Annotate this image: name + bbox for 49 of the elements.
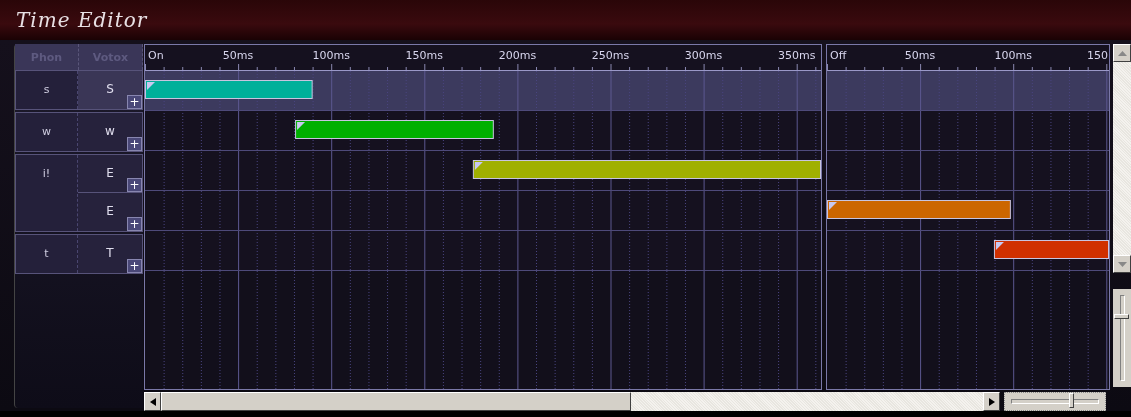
add-button[interactable]: + [127,137,142,151]
timing-clip[interactable] [827,200,1011,219]
ruler-label: 300ms [684,49,723,62]
ruler-label: Off [830,49,847,62]
corner-handle-icon[interactable] [829,202,837,210]
horizontal-scrollbar[interactable] [144,392,1000,411]
scroll-up-button[interactable] [1113,44,1131,62]
ruler-label: On [148,49,164,62]
timing-clip[interactable] [295,120,494,139]
window-title: Time Editor [16,8,148,32]
vertical-scrollbar[interactable] [1113,44,1131,273]
right-arrow-icon [988,397,995,406]
ruler-label: 350ms [777,49,816,62]
ruler-label: 150 [1087,49,1108,62]
scroll-left-button[interactable] [144,392,161,411]
add-button[interactable]: + [127,259,142,273]
add-button[interactable]: + [127,95,142,109]
timing-clip[interactable] [145,80,313,99]
down-arrow-icon [1117,261,1127,267]
ruler-label: 100ms [994,49,1032,62]
up-arrow-icon [1117,50,1127,56]
corner-handle-icon[interactable] [147,82,155,90]
timing-clip[interactable] [472,160,821,179]
slider-thumb[interactable] [1113,314,1129,319]
ruler-label: 50ms [222,49,254,62]
add-button[interactable]: + [127,217,142,231]
votox-label: E [106,166,114,181]
ruler-label: 100ms [312,49,350,62]
slider-thumb[interactable] [1069,393,1075,408]
scroll-down-button[interactable] [1113,255,1131,273]
zoom-slider[interactable] [1004,392,1106,411]
scroll-thumb[interactable] [161,392,631,411]
votox-label: E [106,204,114,219]
votox-label: w [105,124,115,139]
votox-label: T [106,246,114,261]
corner-handle-icon[interactable] [995,242,1004,250]
ruler-label: 250ms [591,49,630,62]
votox-cell[interactable]: S + [78,71,142,109]
corner-handle-icon[interactable] [474,162,483,170]
votox-label: S [106,82,114,97]
scroll-right-button[interactable] [983,392,1000,411]
corner-handle-icon[interactable] [297,122,306,130]
zoom-slider[interactable] [1113,289,1131,387]
ruler-label: 150ms [405,49,444,62]
timing-clip[interactable] [993,240,1109,259]
add-button[interactable]: + [127,178,142,192]
left-arrow-icon [149,397,156,406]
ruler-label: 200ms [498,49,537,62]
ruler-label: 50ms [904,49,936,62]
